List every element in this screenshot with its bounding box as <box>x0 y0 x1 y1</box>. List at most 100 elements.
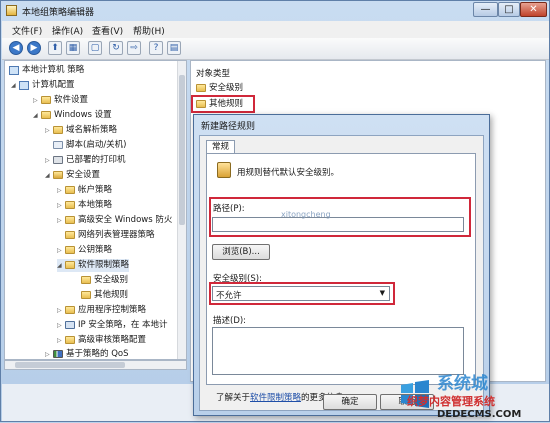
highlight-other-rules <box>191 95 255 113</box>
watermark: 系统城 织梦内容管理系统 DEDECMS.COM <box>391 369 550 423</box>
column-header[interactable]: 对象类型 <box>196 67 230 79</box>
close-button[interactable]: ✕ <box>520 2 547 17</box>
folder-icon <box>65 306 75 314</box>
expand-arrow-icon[interactable]: ▷ <box>57 244 65 257</box>
description-label: 描述(D): <box>213 316 247 326</box>
watermark-cms-cn: 织梦内容管理系统 <box>407 395 495 408</box>
help-icon[interactable]: ? <box>149 41 163 55</box>
tree-item[interactable]: ◢ 安全设置 <box>45 169 100 182</box>
maximize-button[interactable]: □ <box>498 2 520 17</box>
title-bar: 本地组策略编辑器 — □ ✕ <box>1 1 549 20</box>
highlight-path <box>209 197 471 237</box>
tree-item[interactable]: ▷ 已部署的打印机 <box>45 154 126 167</box>
dialog-title: 新建路径规则 <box>201 122 256 132</box>
collapse-arrow-icon[interactable]: ◢ <box>57 259 65 272</box>
menu-action[interactable]: 操作(A) <box>52 24 83 37</box>
folder-icon <box>196 84 206 92</box>
back-icon[interactable]: ◀ <box>9 41 23 55</box>
expand-arrow-icon[interactable]: ▷ <box>57 319 65 332</box>
browse-button[interactable]: 浏览(B)... <box>212 244 270 260</box>
computer-icon <box>9 66 19 75</box>
expand-arrow-icon[interactable]: ▷ <box>57 184 65 197</box>
up-folder-icon[interactable]: ⬆ <box>48 41 62 55</box>
properties-icon[interactable]: ▤ <box>167 41 181 55</box>
folder-icon <box>65 216 75 224</box>
tab-general[interactable]: 常规 <box>206 140 236 154</box>
software-restriction-link[interactable]: 软件限制策略 <box>250 393 301 403</box>
expand-arrow-icon[interactable]: ▷ <box>57 304 65 317</box>
tree-item[interactable]: ▷ 帐户策略 <box>57 184 112 197</box>
tree-item-selected[interactable]: ◢ 软件限制策略 <box>57 259 130 272</box>
watermark-side: xitongcheng <box>281 210 331 219</box>
expand-arrow-icon[interactable]: ▷ <box>57 199 65 212</box>
highlight-security-level <box>209 282 395 305</box>
general-tab-panel: 用规则替代默认安全级别。 路径(P): 浏览(B)... 安全级别(S): 不允… <box>206 153 476 385</box>
menu-file[interactable]: 文件(F) <box>12 24 42 37</box>
folder-icon <box>65 246 75 254</box>
tree-item[interactable]: ▷ 公钥策略 <box>57 244 112 257</box>
folder-icon <box>65 231 75 239</box>
tree-item[interactable]: 其他规则 <box>81 289 128 302</box>
ipsec-icon <box>65 321 75 329</box>
folder-icon <box>41 111 51 119</box>
show-hide-tree-icon[interactable]: ▦ <box>66 41 80 55</box>
tree-item[interactable]: ▷ 本地策略 <box>57 199 112 212</box>
ok-button[interactable]: 确定 <box>323 394 377 410</box>
tree-item[interactable]: 脚本(启动/关机) <box>45 139 127 152</box>
tree-item[interactable]: ▷ IP 安全策略，在 本地计 <box>57 319 168 332</box>
window-title: 本地组策略编辑器 <box>22 8 95 18</box>
tree-item[interactable]: ▷ 基于策略的 QoS <box>45 348 129 359</box>
menu-view[interactable]: 查看(V) <box>92 24 123 37</box>
computer-icon <box>19 81 29 90</box>
tree-item[interactable]: 网络列表管理器策略 <box>57 229 155 242</box>
expand-arrow-icon[interactable]: ▷ <box>45 348 53 359</box>
folder-icon <box>81 291 91 299</box>
menu-bar: 文件(F) 操作(A) 查看(V) 帮助(H) <box>2 21 549 38</box>
forward-icon[interactable]: ▶ <box>27 41 41 55</box>
shield-icon <box>53 171 63 179</box>
tree-pane[interactable]: 本地计算机 策略 ◢ 计算机配置 ▷ 软件设置 ◢ Windows 设置 ▷ 域名解析策… <box>4 60 187 360</box>
minimize-button[interactable]: — <box>473 2 498 17</box>
tree-item[interactable]: ▷ 高级安全 Windows 防火 <box>57 214 172 227</box>
folder-icon <box>65 201 75 209</box>
refresh-icon[interactable]: ↻ <box>109 41 123 55</box>
tree-item[interactable]: ▷ 高级审核策略配置 <box>57 334 146 347</box>
toolbar: ◀ ▶ ⬆ ▦ ▢ ↻ ⇨ ? ▤ <box>2 38 549 60</box>
description-textarea[interactable] <box>212 327 464 375</box>
folder-icon <box>41 96 51 104</box>
expand-arrow-icon[interactable]: ▷ <box>33 94 41 107</box>
app-icon <box>6 5 17 16</box>
tree-vertical-scrollbar[interactable] <box>177 61 186 359</box>
expand-arrow-icon[interactable]: ▷ <box>45 154 53 167</box>
expand-arrow-icon[interactable]: ▷ <box>45 124 53 137</box>
watermark-brand: 系统城 <box>437 374 488 394</box>
copy-icon[interactable]: ▢ <box>88 41 102 55</box>
collapse-arrow-icon[interactable]: ◢ <box>45 169 53 182</box>
expand-arrow-icon[interactable]: ▷ <box>57 214 65 227</box>
main-window: 本地组策略编辑器 — □ ✕ 文件(F) 操作(A) 查看(V) 帮助(H) ◀… <box>0 0 550 422</box>
tree-item[interactable]: ◢ 计算机配置 <box>11 79 75 92</box>
tree-horizontal-scrollbar[interactable] <box>4 360 187 370</box>
folder-icon <box>53 126 63 134</box>
printer-icon <box>53 156 63 164</box>
chart-icon <box>53 350 63 358</box>
lock-icon <box>217 162 231 178</box>
folder-icon <box>65 261 75 269</box>
folder-icon <box>81 276 91 284</box>
menu-help[interactable]: 帮助(H) <box>133 24 165 37</box>
tree-item[interactable]: 安全级别 <box>81 274 128 287</box>
collapse-arrow-icon[interactable]: ◢ <box>33 109 41 122</box>
tree-item[interactable]: 本地计算机 策略 <box>9 64 84 77</box>
folder-icon <box>65 336 75 344</box>
tree-item[interactable]: ▷ 域名解析策略 <box>45 124 117 137</box>
script-icon <box>53 141 63 149</box>
export-list-icon[interactable]: ⇨ <box>127 41 141 55</box>
scroll-thumb[interactable] <box>179 75 185 225</box>
scroll-thumb[interactable] <box>15 362 125 368</box>
tree-item[interactable]: ▷ 应用程序控制策略 <box>57 304 146 317</box>
tree-item[interactable]: ◢ Windows 设置 <box>33 109 112 122</box>
expand-arrow-icon[interactable]: ▷ <box>57 334 65 347</box>
tree-item[interactable]: ▷ 软件设置 <box>33 94 88 107</box>
list-item[interactable]: 安全级别 <box>196 82 243 95</box>
collapse-arrow-icon[interactable]: ◢ <box>11 79 19 92</box>
